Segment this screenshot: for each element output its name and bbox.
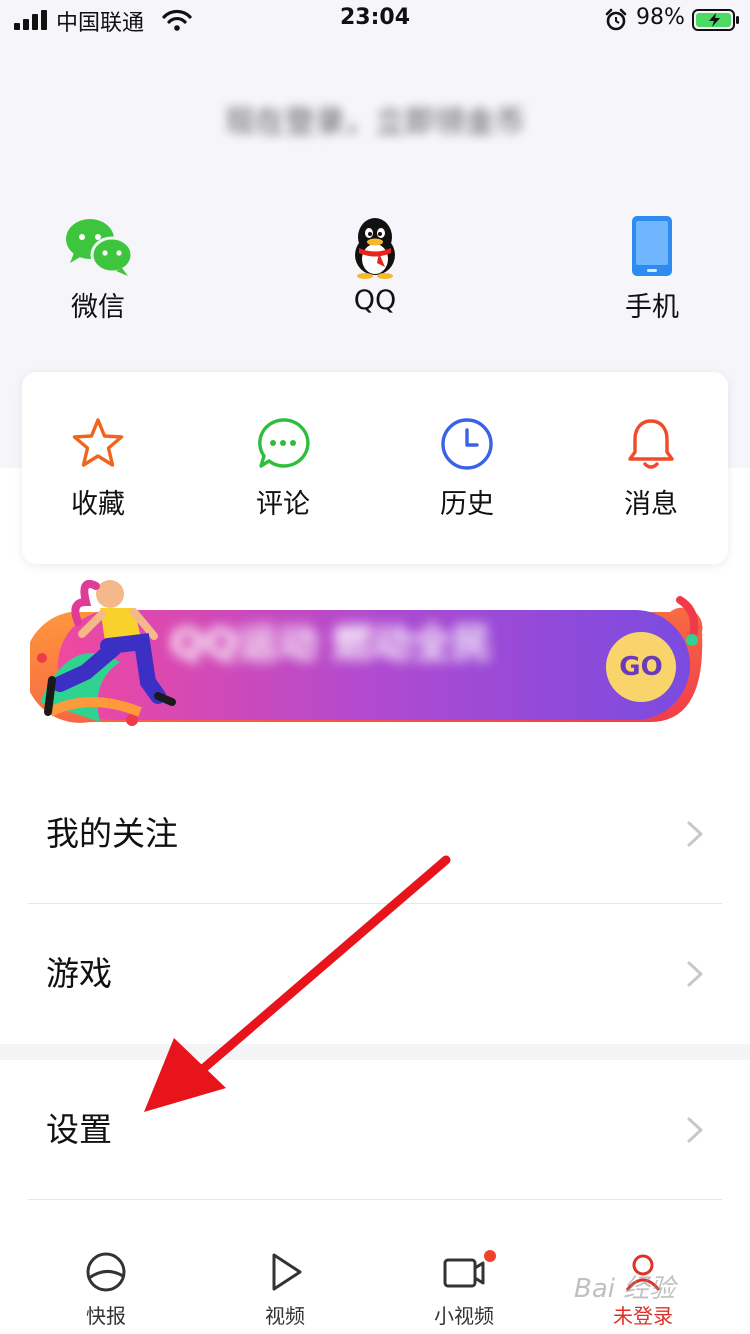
login-qq-label: QQ [353, 285, 397, 316]
comments-label: 评论 [256, 489, 310, 520]
status-bar: 中国联通 23:04 98% [0, 0, 750, 40]
promo-banner[interactable]: QQ运动 燃动全民 GO [30, 572, 720, 732]
news-icon [86, 1252, 126, 1292]
chevron-right-icon [687, 961, 703, 987]
login-qq-button[interactable]: QQ [315, 215, 435, 325]
login-prompt[interactable]: 现在登录，立即领金币 [210, 100, 540, 146]
nav-short-video[interactable]: 小视频 [404, 1250, 524, 1334]
login-phone-label: 手机 [625, 292, 679, 323]
chevron-right-icon [687, 1117, 703, 1143]
watermark: Bai 经验 [574, 1274, 676, 1304]
clock-icon [441, 418, 493, 470]
favorites-button[interactable]: 收藏 [38, 416, 158, 526]
camera-icon [443, 1258, 485, 1288]
nav-video-label: 视频 [265, 1304, 305, 1328]
battery-percent: 98% [636, 5, 685, 30]
nav-news[interactable]: 快报 [46, 1250, 166, 1334]
comment-icon [258, 418, 310, 468]
nav-short-video-label: 小视频 [434, 1304, 494, 1328]
history-button[interactable]: 历史 [407, 416, 527, 526]
nav-video[interactable]: 视频 [225, 1250, 345, 1334]
login-wechat-button[interactable]: 微信 [38, 215, 158, 325]
favorites-label: 收藏 [71, 489, 125, 520]
menu-item-label: 游戏 [46, 954, 112, 993]
play-icon [272, 1253, 302, 1291]
login-phone-button[interactable]: 手机 [592, 215, 712, 325]
alarm-icon [605, 8, 627, 31]
qq-icon [355, 218, 395, 279]
star-icon [72, 418, 124, 467]
banner-go-button[interactable]: GO [606, 632, 676, 702]
quick-actions-card: 收藏 评论 历史 消息 [22, 372, 728, 564]
nav-news-label: 快报 [86, 1304, 126, 1328]
divider [28, 1199, 722, 1200]
menu-item-label: 设置 [46, 1110, 112, 1149]
messages-label: 消息 [624, 489, 678, 520]
battery-icon [692, 9, 739, 31]
bell-icon [628, 419, 674, 469]
annotation-arrow [144, 855, 451, 1112]
wechat-icon [66, 219, 134, 276]
login-wechat-label: 微信 [71, 292, 125, 323]
phone-icon [632, 216, 672, 276]
messages-button[interactable]: 消息 [591, 416, 711, 526]
banner-text: QQ运动 燃动全民 [170, 621, 492, 667]
comments-button[interactable]: 评论 [223, 416, 343, 526]
chevron-right-icon [687, 821, 703, 847]
history-label: 历史 [440, 489, 494, 520]
notification-dot [484, 1250, 496, 1262]
